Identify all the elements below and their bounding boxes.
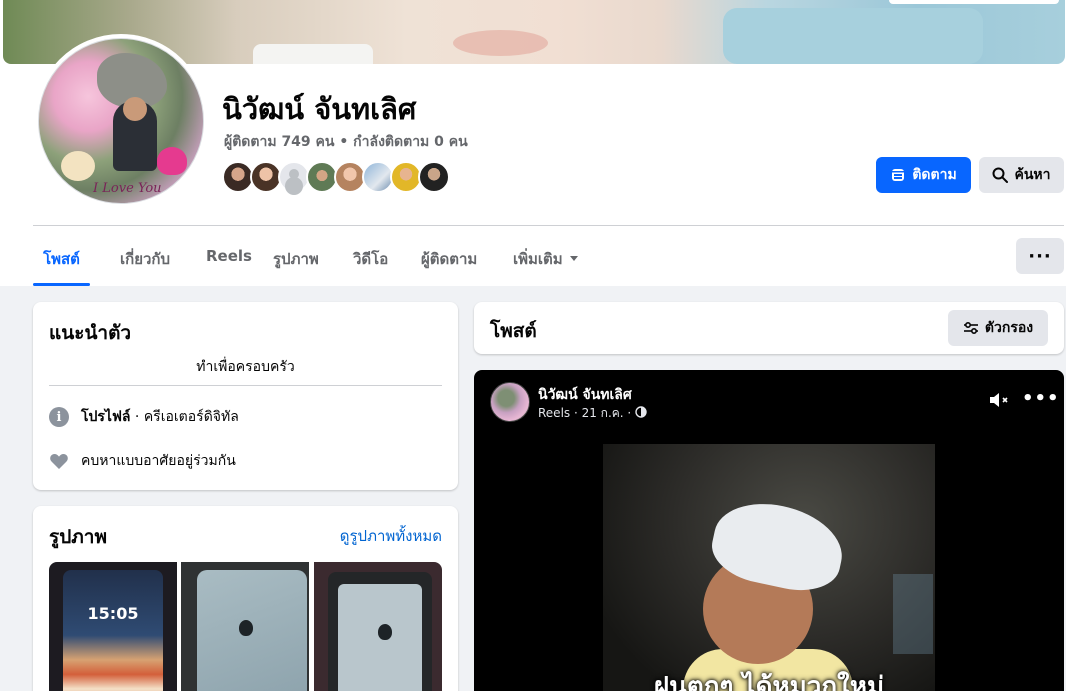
intro-profile-text: โปรไฟล์ · ครีเอเตอร์ดิจิทัล (81, 406, 239, 428)
muted-speaker-icon[interactable] (988, 390, 1012, 410)
see-all-photos-link[interactable]: ดูรูปภาพทั้งหมด (340, 524, 442, 548)
posts-title: โพสต์ (490, 320, 537, 342)
post-options-button[interactable]: ••• (1022, 388, 1060, 409)
tab-videos[interactable]: วิดีโอ (353, 236, 388, 286)
follower-avatars (222, 161, 462, 193)
photo-thumbnail[interactable]: 15:05 (49, 562, 177, 691)
filter-button[interactable]: ตัวกรอง (948, 310, 1048, 346)
profile-header: I Love You นิวัฒน์ จันทเลิศ ผู้ติดตาม 74… (0, 0, 1066, 286)
filter-sliders-icon (963, 321, 978, 335)
info-icon: i (49, 407, 69, 427)
intro-profile-label: โปรไฟล์ (81, 409, 131, 425)
caret-down-icon (569, 256, 578, 261)
reel-video[interactable] (603, 444, 935, 691)
search-label: ค้นหา (1014, 167, 1051, 183)
search-icon (992, 167, 1009, 183)
tab-label: รูปภาพ (273, 250, 319, 268)
cover-edge (889, 0, 1059, 4)
photo-thumbnail[interactable] (314, 562, 442, 691)
intro-title: แนะนำตัว (49, 322, 132, 344)
tab-label: Reels (206, 247, 252, 265)
intro-bio: ทำเพื่อครอบครัว (196, 359, 295, 375)
photos-title: รูปภาพ (49, 526, 107, 548)
tab-photos[interactable]: รูปภาพ (273, 236, 319, 286)
follow-label: ติดตาม (912, 167, 957, 183)
photo-thumbnail[interactable] (181, 562, 309, 691)
avatar-detail (157, 147, 187, 175)
avatar-detail (123, 97, 147, 121)
tab-followers[interactable]: ผู้ติดตาม (421, 236, 477, 286)
avatar-detail (61, 151, 95, 181)
intro-card: แนะนำตัว ทำเพื่อครอบครัว i โปรไฟล์ · ครี… (33, 302, 458, 490)
cover-detail (723, 8, 983, 64)
tab-label: ผู้ติดตาม (421, 250, 478, 268)
intro-relationship: คบหาแบบอาศัยอยู่ร่วมกัน (81, 453, 236, 469)
post-author-name[interactable]: นิวัฒน์ จันทเลิศ (538, 384, 632, 406)
lock-screen-time: 15:05 (87, 604, 139, 623)
intro-profile-row: i โปรไฟล์ · ครีเอเตอร์ดิจิทัล (49, 406, 239, 428)
follow-button[interactable]: ติดตาม (876, 157, 971, 193)
tab-label: เพิ่มเติม (513, 250, 563, 268)
apple-logo-icon (378, 624, 392, 640)
intro-relationship-row: คบหาแบบอาศัยอยู่ร่วมกัน (49, 450, 236, 472)
tab-reels[interactable]: Reels (206, 236, 252, 286)
apple-logo-icon (239, 620, 253, 636)
profile-avatar[interactable]: I Love You (38, 38, 204, 204)
tab-more[interactable]: เพิ่มเติม (513, 236, 581, 286)
post-author-avatar[interactable] (490, 382, 530, 422)
tab-label: เกี่ยวกับ (120, 250, 171, 268)
globe-icon (635, 406, 647, 418)
cover-detail (253, 44, 373, 64)
avatar-signature: I Love You (93, 181, 162, 196)
reel-caption: ฝนตกๆ ได้หมวกใหม่ (653, 672, 885, 691)
post-meta: Reels · 21 ก.ค. · (538, 404, 647, 423)
photos-card: รูปภาพ ดูรูปภาพทั้งหมด 15:05 (33, 506, 458, 691)
video-detail (893, 574, 933, 654)
reel-post[interactable]: นิวัฒน์ จันทเลิศ Reels · 21 ก.ค. · ••• ฝ… (474, 370, 1064, 691)
follower-avatar[interactable] (418, 161, 450, 193)
tab-label: วิดีโอ (353, 250, 389, 268)
more-options-button[interactable]: ··· (1016, 238, 1064, 274)
follow-stats[interactable]: ผู้ติดตาม 749 คน • กำลังติดตาม 0 คน (224, 131, 468, 153)
posts-header-card: โพสต์ ตัวกรอง (474, 302, 1064, 354)
tab-label: โพสต์ (43, 250, 80, 268)
follow-icon (892, 169, 905, 181)
phone-screen: 15:05 (63, 570, 163, 691)
intro-divider (49, 385, 442, 386)
profile-name: นิวัฒน์ จันทเลิศ (222, 92, 417, 126)
header-divider (33, 225, 1064, 226)
tab-posts[interactable]: โพสต์ (33, 236, 90, 286)
heart-icon (50, 454, 68, 469)
cover-detail (453, 30, 548, 56)
post-meta-text[interactable]: Reels · 21 ก.ค. · (538, 406, 635, 420)
search-button[interactable]: ค้นหา (979, 157, 1064, 193)
intro-profile-category: · ครีเอเตอร์ดิจิทัล (130, 409, 239, 425)
tab-about[interactable]: เกี่ยวกับ (120, 236, 170, 286)
filter-label: ตัวกรอง (984, 320, 1034, 336)
